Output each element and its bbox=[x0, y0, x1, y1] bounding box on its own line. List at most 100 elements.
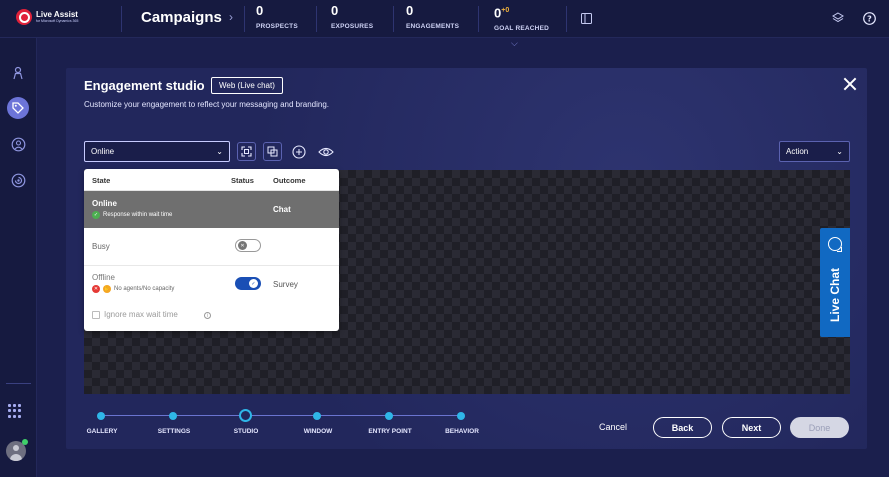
divider bbox=[244, 6, 245, 32]
layers-icon[interactable] bbox=[831, 11, 845, 25]
stat-prospects[interactable]: 0 PROSPECTS bbox=[256, 3, 298, 30]
chat-bubble-icon bbox=[828, 237, 842, 252]
stat-delta: +0 bbox=[501, 7, 510, 14]
action-select[interactable]: Action ⌄ bbox=[779, 141, 850, 162]
header-status: Status bbox=[231, 176, 254, 185]
state-outcome: Survey bbox=[273, 280, 298, 289]
brand-name: Live Assist bbox=[36, 9, 78, 19]
live-assist-logo[interactable]: Live Assist for Microsoft Dynamics 365 bbox=[16, 9, 78, 25]
live-assist-logo-icon bbox=[16, 9, 32, 25]
live-chat-label: Live Chat bbox=[828, 268, 842, 323]
state-dropdown-menu: State Status Outcome Online ✓ Response w… bbox=[84, 169, 339, 331]
state-description: ✓ Response within wait time bbox=[92, 211, 173, 219]
panel-toggle-icon[interactable] bbox=[579, 11, 593, 25]
state-name: Offline bbox=[92, 273, 115, 282]
divider bbox=[393, 6, 394, 32]
stepper-track bbox=[101, 415, 461, 416]
help-icon[interactable]: ? bbox=[862, 11, 876, 25]
chevron-down-icon: ⌄ bbox=[836, 147, 843, 156]
nav-analytics-icon[interactable] bbox=[7, 169, 29, 191]
engagement-studio-modal: Engagement studio Web (Live chat) Custom… bbox=[66, 68, 867, 449]
chevron-down-icon: ⌄ bbox=[216, 147, 223, 156]
state-name: Online bbox=[92, 199, 117, 208]
checkbox-icon[interactable] bbox=[92, 310, 100, 319]
stat-value: 0 bbox=[331, 3, 339, 18]
left-nav bbox=[0, 38, 37, 477]
step-label[interactable]: ENTRY POINT bbox=[368, 428, 411, 435]
stat-value: 0 bbox=[256, 3, 264, 18]
add-circle-icon bbox=[291, 144, 306, 159]
state-select-value: Online bbox=[91, 147, 115, 156]
nav-divider bbox=[6, 383, 31, 384]
step-behavior-dot[interactable] bbox=[457, 412, 465, 420]
fit-screen-button[interactable] bbox=[237, 142, 256, 161]
divider bbox=[478, 6, 479, 32]
state-row-offline[interactable]: Offline ✕ ✋ No agents/No capacity ✓ Surv… bbox=[84, 266, 339, 304]
cancel-button[interactable]: Cancel bbox=[599, 422, 627, 432]
presence-status-icon bbox=[22, 439, 28, 445]
step-label[interactable]: WINDOW bbox=[304, 428, 333, 435]
state-description: ✕ ✋ No agents/No capacity bbox=[92, 285, 175, 293]
state-name: Busy bbox=[92, 242, 110, 251]
check-icon: ✓ bbox=[92, 211, 100, 219]
done-button[interactable]: Done bbox=[790, 417, 849, 438]
state-table-header: State Status Outcome bbox=[84, 169, 339, 191]
duplicate-button[interactable] bbox=[263, 142, 282, 161]
step-studio-dot[interactable] bbox=[239, 409, 252, 422]
nav-agents-icon[interactable] bbox=[7, 133, 29, 155]
divider bbox=[121, 6, 122, 32]
stat-label: PROSPECTS bbox=[256, 23, 298, 30]
fit-screen-icon bbox=[241, 146, 252, 157]
modal-title: Engagement studio bbox=[84, 78, 205, 93]
nav-campaigns-icon[interactable] bbox=[7, 97, 29, 119]
ignore-max-wait-label: Ignore max wait time bbox=[104, 310, 178, 319]
stat-goal-reached[interactable]: 0+0 GOAL REACHED bbox=[494, 3, 549, 32]
step-label[interactable]: SETTINGS bbox=[158, 428, 191, 435]
state-row-online[interactable]: Online ✓ Response within wait time Chat bbox=[84, 191, 339, 228]
next-button[interactable]: Next bbox=[722, 417, 781, 438]
step-label[interactable]: BEHAVIOR bbox=[445, 428, 479, 435]
close-icon[interactable] bbox=[843, 77, 857, 91]
expand-chevron-icon[interactable]: ⌵ bbox=[511, 38, 518, 49]
step-gallery-dot[interactable] bbox=[97, 412, 105, 420]
chevron-right-icon[interactable]: › bbox=[229, 10, 233, 24]
step-entry-point-dot[interactable] bbox=[385, 412, 393, 420]
preview-button[interactable] bbox=[316, 142, 335, 161]
info-icon[interactable]: i bbox=[204, 312, 211, 319]
step-window-dot[interactable] bbox=[313, 412, 321, 420]
svg-text:?: ? bbox=[867, 14, 872, 23]
no-entry-icon: ✕ bbox=[92, 285, 100, 293]
stat-exposures[interactable]: 0 EXPOSURES bbox=[331, 3, 373, 30]
hand-icon: ✋ bbox=[103, 285, 111, 293]
app-launcher-icon[interactable] bbox=[8, 404, 22, 418]
step-label[interactable]: STUDIO bbox=[234, 428, 259, 435]
nav-visitors-icon[interactable] bbox=[7, 62, 29, 84]
modal-subtitle: Customize your engagement to reflect you… bbox=[84, 100, 330, 109]
ignore-max-wait-checkbox[interactable]: Ignore max wait time bbox=[92, 310, 178, 319]
divider bbox=[316, 6, 317, 32]
action-select-value: Action bbox=[786, 147, 809, 156]
offline-status-toggle[interactable]: ✓ bbox=[235, 277, 261, 290]
state-row-busy[interactable]: Busy ✕ bbox=[84, 228, 339, 265]
live-chat-tab[interactable]: Live Chat bbox=[820, 228, 850, 337]
stat-label: EXPOSURES bbox=[331, 23, 374, 30]
stat-value: 0 bbox=[406, 3, 414, 18]
header-state: State bbox=[92, 176, 111, 185]
eye-icon bbox=[317, 147, 334, 156]
state-outcome: Chat bbox=[273, 205, 291, 214]
back-button[interactable]: Back bbox=[653, 417, 712, 438]
header-outcome: Outcome bbox=[273, 176, 306, 185]
step-settings-dot[interactable] bbox=[169, 412, 177, 420]
state-select[interactable]: Online ⌄ bbox=[84, 141, 230, 162]
close-icon: ✕ bbox=[238, 241, 247, 250]
busy-status-toggle[interactable]: ✕ bbox=[235, 239, 261, 252]
stat-label: GOAL REACHED bbox=[494, 25, 550, 33]
engagement-type-badge: Web (Live chat) bbox=[211, 77, 283, 94]
top-bar: Live Assist for Microsoft Dynamics 365 C… bbox=[0, 0, 889, 38]
divider bbox=[566, 6, 567, 32]
add-element-button[interactable] bbox=[289, 142, 308, 161]
duplicate-icon bbox=[267, 146, 278, 157]
step-label[interactable]: GALLERY bbox=[87, 428, 118, 435]
stat-engagements[interactable]: 0 ENGAGEMENTS bbox=[406, 3, 459, 30]
page-title: Campaigns bbox=[141, 9, 222, 26]
